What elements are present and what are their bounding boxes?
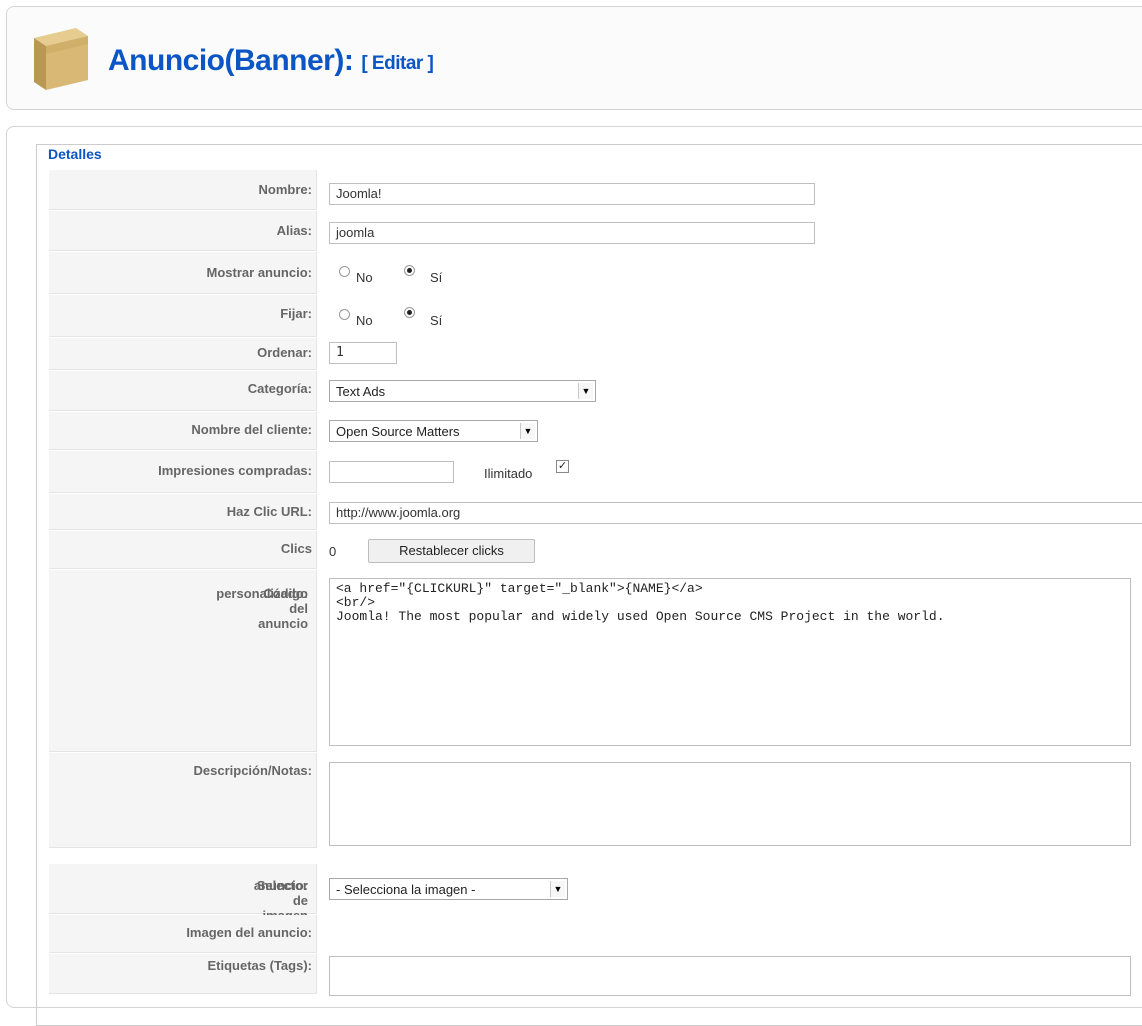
label-alias: Alias: — [49, 211, 317, 251]
label-fijar: Fijar: — [49, 295, 317, 337]
box-icon — [34, 28, 88, 90]
codigo-textarea[interactable]: <a href="{CLICKURL}" target="_blank">{NA… — [329, 578, 1131, 746]
label-etiquetas: Etiquetas (Tags): — [49, 954, 317, 994]
label-selector: Selector de imagen delanuncio: — [49, 864, 317, 938]
row-mostrar: Mostrar anuncio: — [49, 252, 1142, 294]
row-selector: Selector de imagen delanuncio: — [49, 864, 1142, 938]
label-categoria: Categoría: — [49, 371, 317, 411]
label-descripcion: Descripción/Notas: — [49, 753, 317, 848]
label-url: Haz Clic URL: — [49, 494, 317, 530]
categoria-select[interactable]: Text Ads ▼ — [329, 380, 596, 402]
fijar-no-radio[interactable] — [339, 309, 350, 320]
alias-input[interactable]: joomla — [329, 222, 815, 244]
mostrar-si-radio[interactable] — [404, 265, 415, 276]
chevron-down-icon: ▼ — [550, 881, 565, 897]
fijar-no-label: No — [356, 313, 373, 328]
cliente-select[interactable]: Open Source Matters ▼ — [329, 420, 538, 442]
cliente-value: Open Source Matters — [336, 424, 460, 439]
row-impresiones: Impresiones compradas: — [49, 451, 1142, 493]
label-mostrar: Mostrar anuncio: — [49, 252, 317, 294]
row-clics: Clics — [49, 531, 1142, 569]
page-subtitle: [ Editar ] — [361, 53, 434, 74]
ilimitado-checkbox[interactable]: ✓ — [556, 460, 569, 473]
label-nombre: Nombre: — [49, 170, 317, 210]
mostrar-no-label: No — [356, 270, 373, 285]
mostrar-no-radio[interactable] — [339, 266, 350, 277]
row-cliente: Nombre del cliente: — [49, 412, 1142, 450]
check-icon: ✓ — [557, 460, 568, 472]
clics-value: 0 — [329, 544, 337, 559]
label-imagen: Imagen del anuncio: — [49, 915, 317, 953]
etiquetas-textarea[interactable] — [329, 956, 1131, 996]
ilimitado-label: Ilimitado — [484, 466, 533, 481]
nombre-input[interactable]: Joomla! — [329, 183, 815, 205]
url-input[interactable]: http://www.joomla.org — [329, 502, 1142, 524]
reset-clicks-button[interactable]: Restablecer clicks — [368, 539, 535, 563]
fijar-si-radio[interactable] — [404, 307, 415, 318]
selector-imagen-value: - Selecciona la imagen - — [336, 882, 476, 897]
label-impresiones: Impresiones compradas: — [49, 451, 317, 493]
impresiones-input[interactable] — [329, 461, 454, 483]
page-title-text: Anuncio(Banner): — [108, 44, 354, 77]
categoria-value: Text Ads — [336, 384, 386, 399]
row-fijar: Fijar: — [49, 295, 1142, 337]
label-cliente: Nombre del cliente: — [49, 412, 317, 450]
chevron-down-icon: ▼ — [578, 383, 593, 399]
mostrar-si-label: Sí — [430, 270, 443, 285]
label-clics: Clics — [49, 531, 317, 569]
fieldset-legend: Detalles — [44, 146, 106, 162]
fijar-si-label: Sí — [430, 313, 443, 328]
descripcion-textarea[interactable] — [329, 762, 1131, 846]
row-ordenar: Ordenar: — [49, 338, 1142, 370]
page-title: Anuncio(Banner): [ Editar ] — [108, 43, 434, 82]
row-imagen: Imagen del anuncio: — [49, 915, 1142, 953]
chevron-down-icon: ▼ — [520, 423, 535, 439]
selector-imagen-select[interactable]: - Selecciona la imagen - ▼ — [329, 878, 568, 900]
label-ordenar: Ordenar: — [49, 338, 317, 370]
label-codigo: Código del anuncio personalizado: — [49, 570, 317, 752]
ordenar-input[interactable]: 1 — [329, 342, 397, 364]
